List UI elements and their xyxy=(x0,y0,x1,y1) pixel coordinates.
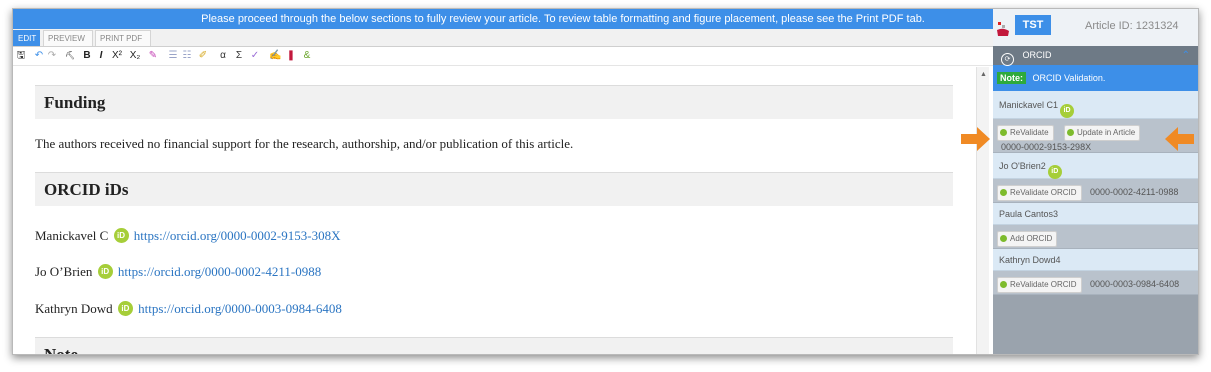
revalidate-orcid-button[interactable]: ReValidate ORCID xyxy=(997,185,1082,201)
revalidate-button[interactable]: ReValidate xyxy=(997,125,1054,141)
orcid-icon: iD xyxy=(113,228,129,243)
editor-pane: Please proceed through the below section… xyxy=(13,9,993,354)
section-heading-funding: Funding xyxy=(35,85,953,119)
note-tag: Note: xyxy=(997,72,1026,84)
orcid-icon: iD xyxy=(97,264,113,279)
revalidate-orcid-button[interactable]: ReValidate ORCID xyxy=(997,277,1082,293)
italic-icon[interactable]: I xyxy=(95,49,107,63)
journal-logo-icon xyxy=(997,22,1009,36)
greek-alpha-icon[interactable]: α xyxy=(217,49,229,63)
status-dot-icon xyxy=(1000,281,1007,288)
add-orcid-button[interactable]: Add ORCID xyxy=(997,231,1058,247)
formatting-toolbar: 🖫 ↶ ↷ ⛏ B I X² X₂ ✎ ☰ ☷ ✐ α Σ ✓ ✍ ❚ & xyxy=(13,47,993,66)
status-dot-icon xyxy=(1000,189,1007,196)
book-icon[interactable]: ❚ xyxy=(285,49,297,63)
highlight-icon[interactable]: ✐ xyxy=(197,49,209,63)
orcid-ring-icon: ⟳ xyxy=(1001,53,1014,66)
panel-author-name: Jo O'Brien2 xyxy=(999,161,1046,171)
note-text: ORCID Validation. xyxy=(1032,73,1106,83)
orcid-icon: iD xyxy=(117,301,133,316)
panel-author-name: Paula Cantos3 xyxy=(999,209,1059,219)
orcid-link[interactable]: https://orcid.org/0000-0002-4211-0988 xyxy=(118,264,321,279)
numbered-list-icon[interactable]: ☰ xyxy=(167,49,179,63)
bullet-list-icon[interactable]: ☷ xyxy=(181,49,193,63)
status-dot-icon xyxy=(1000,129,1007,136)
orcid-icon: iD xyxy=(1047,165,1062,179)
author-name: Manickavel C xyxy=(35,228,109,243)
undo-icon[interactable]: ↶ xyxy=(33,49,45,63)
author-name: Jo O’Brien xyxy=(35,264,93,279)
status-dot-icon xyxy=(1067,129,1074,136)
author-name: Kathryn Dowd xyxy=(35,301,113,316)
orcid-entry: Manickavel C iD https://orcid.org/0000-0… xyxy=(35,227,340,245)
orcid-link[interactable]: https://orcid.org/0000-0003-0984-6408 xyxy=(138,301,342,316)
section-heading-note: Note xyxy=(35,337,953,354)
arrow-left-icon xyxy=(1165,127,1194,151)
superscript-icon[interactable]: X² xyxy=(109,49,125,63)
revalidate-orcid-label: ReValidate ORCID xyxy=(1010,188,1077,197)
orcid-section-label: ORCID xyxy=(1022,50,1052,60)
panel-author-row: Kathryn Dowd4 xyxy=(993,249,1198,271)
tab-preview[interactable]: PREVIEW xyxy=(43,30,93,46)
journal-code-badge: TST xyxy=(1015,15,1051,35)
save-icon[interactable]: 🖫 xyxy=(15,49,27,63)
orcid-id-value: 0000-0002-4211-0988 xyxy=(1090,187,1179,197)
instruction-banner: Please proceed through the below section… xyxy=(13,9,993,29)
collapse-chevron-icon[interactable]: ⌃ xyxy=(1182,46,1190,65)
panel-author-row: Jo O'Brien2iD xyxy=(993,153,1198,179)
spellcheck-icon[interactable]: ✓ xyxy=(249,49,261,63)
scroll-up-icon[interactable]: ▲ xyxy=(980,71,987,78)
revalidate-orcid-label: ReValidate ORCID xyxy=(1010,280,1077,289)
editor-tabs: EDIT PREVIEW PRINT PDF xyxy=(13,29,993,47)
redo-icon[interactable]: ↷ xyxy=(46,49,58,63)
special-chars-icon[interactable]: & xyxy=(301,49,313,63)
find-icon[interactable]: ⛏ xyxy=(64,49,76,63)
orcid-link[interactable]: https://orcid.org/0000-0002-9153-308X xyxy=(134,228,341,243)
tab-edit[interactable]: EDIT xyxy=(13,30,40,46)
revalidate-label: ReValidate xyxy=(1010,128,1049,137)
panel-author-row: Paula Cantos3 xyxy=(993,203,1198,225)
panel-author-name: Manickavel C1 xyxy=(999,100,1059,110)
app-window: Please proceed through the below section… xyxy=(12,8,1199,355)
orcid-section-header[interactable]: ⟳ ORCID ⌃ xyxy=(993,46,1198,66)
orcid-note: Note: ORCID Validation. xyxy=(993,65,1198,91)
orcid-entry: Kathryn Dowd iD https://orcid.org/0000-0… xyxy=(35,300,342,318)
update-in-article-button[interactable]: Update in Article xyxy=(1064,125,1141,141)
orcid-id-value: 0000-0003-0984-6408 xyxy=(1090,279,1180,289)
article-content[interactable]: Funding The authors received no financia… xyxy=(13,67,976,354)
panel-header: TST Article ID: 1231324 xyxy=(993,9,1198,46)
orcid-entry: Jo O’Brien iD https://orcid.org/0000-000… xyxy=(35,263,321,281)
funding-text: The authors received no financial suppor… xyxy=(35,136,574,151)
orcid-icon: iD xyxy=(1060,104,1075,118)
panel-action-row: Add ORCID xyxy=(993,225,1198,249)
section-heading-orcid: ORCID iDs xyxy=(35,172,953,206)
subscript-icon[interactable]: X₂ xyxy=(127,49,143,63)
arrow-right-icon xyxy=(961,127,990,151)
editor-scrollbar[interactable]: ▲ xyxy=(976,67,989,354)
track-changes-icon[interactable]: ✍ xyxy=(269,49,281,63)
panel-author-name: Kathryn Dowd4 xyxy=(999,255,1061,265)
sigma-icon[interactable]: Σ xyxy=(233,49,245,63)
add-orcid-label: Add ORCID xyxy=(1010,234,1053,243)
clear-format-icon[interactable]: ✎ xyxy=(147,49,159,63)
tab-print-pdf[interactable]: PRINT PDF xyxy=(95,30,151,46)
bold-icon[interactable]: B xyxy=(81,49,93,63)
validation-panel: TST Article ID: 1231324 ⟳ ORCID ⌃ Note: … xyxy=(993,9,1198,354)
update-in-article-label: Update in Article xyxy=(1077,128,1136,137)
article-id: Article ID: 1231324 xyxy=(1085,20,1179,32)
panel-action-row: ReValidate ORCID 0000-0003-0984-6408 xyxy=(993,271,1198,295)
panel-author-row: Manickavel C1iD xyxy=(993,91,1198,119)
status-dot-icon xyxy=(1000,235,1007,242)
panel-action-row: ReValidate ORCID 0000-0002-4211-0988 xyxy=(993,179,1198,203)
